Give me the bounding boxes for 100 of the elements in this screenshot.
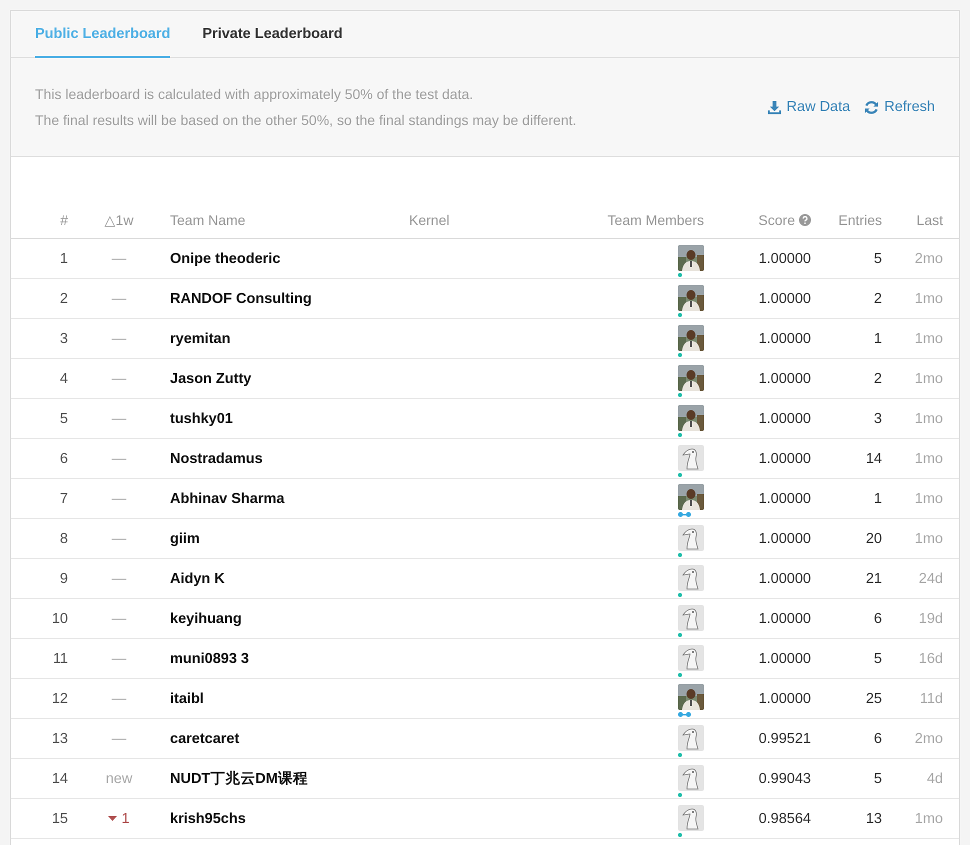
no-change-dash: —: [112, 610, 126, 626]
no-change-dash: —: [112, 650, 126, 666]
entries-count: 20: [866, 530, 882, 546]
column-header: Last: [916, 212, 943, 228]
score-value: 1.00000: [758, 450, 811, 466]
no-change-dash: —: [112, 690, 126, 706]
entries-count: 21: [866, 570, 882, 586]
rank-number: 15: [52, 810, 68, 826]
no-change-dash: —: [112, 250, 126, 266]
rank-change: 1: [121, 810, 130, 826]
rank-number: 8: [60, 530, 68, 546]
entries-count: 5: [874, 250, 882, 266]
help-icon[interactable]: [799, 214, 811, 226]
team-name[interactable]: Onipe theoderic: [170, 250, 280, 266]
team-name[interactable]: Jason Zutty: [170, 370, 252, 386]
last-submission-time: 2mo: [914, 730, 943, 746]
entries-count: 1: [874, 490, 882, 506]
entries-count: 3: [874, 410, 882, 426]
entries-count: 25: [866, 690, 882, 706]
score-value: 1.00000: [758, 250, 811, 266]
team-name[interactable]: giim: [170, 530, 200, 546]
rank-number: 11: [52, 650, 68, 666]
no-change-dash: —: [112, 570, 126, 586]
goose-avatar-icon: [678, 564, 704, 590]
last-submission-time: 1mo: [914, 410, 943, 426]
team-name[interactable]: tushky01: [170, 410, 233, 426]
score-value: 1.00000: [758, 570, 811, 586]
download-link[interactable]: Raw Data: [766, 99, 850, 115]
score-value: 1.00000: [758, 690, 811, 706]
goose-avatar-icon: [678, 444, 704, 470]
entries-count: 1: [874, 330, 882, 346]
info-text: The final results will be based on the other 50%, so the final standings may be different.: [35, 112, 576, 128]
team-name[interactable]: NUDT丁兆云DM课程: [170, 769, 308, 788]
team-name[interactable]: Aidyn K: [170, 570, 225, 586]
column-header: #: [60, 212, 68, 228]
down-triangle-icon: [108, 816, 118, 821]
team-name[interactable]: keyihuang: [170, 610, 242, 626]
column-header: Entries: [838, 212, 882, 228]
score-value: 0.99521: [758, 730, 811, 746]
column-header: Team Members: [608, 212, 704, 228]
info-text: This leaderboard is calculated with approximately 50% of the test data.: [35, 86, 474, 102]
goose-avatar-icon: [678, 604, 704, 630]
entries-count: 13: [866, 810, 882, 826]
last-submission-time: 1mo: [914, 530, 943, 546]
score-value: 1.00000: [758, 490, 811, 506]
score-value: 1.00000: [758, 650, 811, 666]
goose-avatar-icon: [678, 804, 704, 830]
last-submission-time: 1mo: [914, 290, 943, 306]
rank-number: 2: [60, 290, 68, 306]
score-value: 0.99043: [758, 770, 811, 786]
rank-number: 13: [52, 730, 68, 746]
score-value: 1.00000: [758, 290, 811, 306]
rank-number: 14: [52, 770, 68, 786]
no-change-dash: —: [112, 490, 126, 506]
column-header: Score: [758, 212, 795, 228]
team-name[interactable]: Abhinav Sharma: [170, 490, 284, 506]
column-header: Kernel: [409, 212, 450, 228]
goose-avatar-icon: [678, 724, 704, 750]
refresh-icon: [864, 100, 880, 114]
last-submission-time: 24d: [918, 570, 943, 586]
score-value: 1.00000: [758, 370, 811, 386]
entries-count: 14: [866, 450, 882, 466]
no-change-dash: —: [112, 730, 126, 746]
last-submission-time: 19d: [918, 610, 943, 626]
team-name[interactable]: caretcaret: [170, 730, 240, 746]
rank-number: 7: [60, 490, 68, 506]
team-name[interactable]: ryemitan: [170, 330, 230, 346]
entries-count: 5: [874, 770, 882, 786]
team-name[interactable]: RANDOF Consulting: [170, 290, 312, 306]
last-submission-time: 1mo: [914, 330, 943, 346]
rank-number: 1: [60, 250, 68, 266]
leaderboard-tab[interactable]: Private Leaderboard: [202, 11, 343, 58]
last-submission-time: 1mo: [914, 370, 943, 386]
rank-number: 4: [60, 370, 68, 386]
last-submission-time: 11d: [920, 690, 943, 706]
rank-number: 6: [60, 450, 68, 466]
entries-count: 6: [874, 730, 882, 746]
team-name[interactable]: muni0893 3: [170, 650, 249, 666]
score-value: 1.00000: [758, 610, 811, 626]
entries-count: 2: [874, 370, 882, 386]
download-icon: [766, 100, 782, 114]
no-change-dash: —: [112, 330, 126, 346]
last-submission-time: 16d: [918, 650, 943, 666]
rank-number: 3: [60, 330, 68, 346]
rank-number: 10: [52, 610, 68, 626]
refresh-link[interactable]: Refresh: [864, 99, 935, 115]
team-name[interactable]: itaibl: [170, 690, 204, 706]
goose-avatar-icon: [678, 764, 704, 790]
last-submission-time: 2mo: [914, 250, 943, 266]
column-header: Team Name: [170, 212, 246, 228]
last-submission-time: 1mo: [914, 490, 943, 506]
score-value: 1.00000: [758, 330, 811, 346]
team-name[interactable]: krish95chs: [170, 810, 246, 826]
score-value: 0.98564: [758, 810, 811, 826]
no-change-dash: —: [112, 410, 126, 426]
score-value: 1.00000: [758, 410, 811, 426]
rank-number: 12: [52, 690, 68, 706]
entries-count: 2: [874, 290, 882, 306]
team-name[interactable]: Nostradamus: [170, 450, 263, 466]
entries-count: 6: [874, 610, 882, 626]
